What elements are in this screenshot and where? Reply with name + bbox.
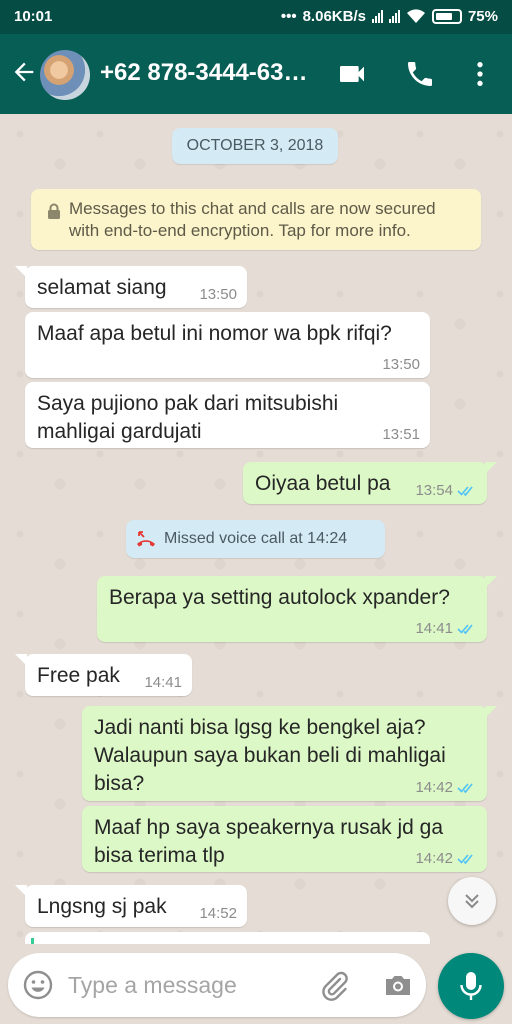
battery-icon bbox=[431, 9, 462, 24]
wifi-icon bbox=[406, 9, 425, 23]
incoming-message[interactable]: Maaf apa betul ini nomor wa bpk rifqi? 1… bbox=[25, 312, 430, 378]
date-divider: OCTOBER 3, 2018 bbox=[172, 128, 338, 164]
message-text: Oiyaa betul pa bbox=[255, 472, 391, 495]
missed-call-icon bbox=[137, 531, 155, 547]
quote-bar bbox=[31, 938, 34, 944]
outgoing-message[interactable]: Jadi nanti bisa lgsg ke bengkel aja? Wal… bbox=[82, 706, 497, 801]
outgoing-message[interactable]: Maaf hp saya speakernya rusak jd ga bisa… bbox=[82, 806, 487, 872]
notification-dots-icon: ••• bbox=[280, 8, 297, 25]
incoming-message[interactable]: Lngsng sj pak 14:52 bbox=[15, 885, 247, 927]
contact-avatar[interactable] bbox=[40, 50, 90, 100]
message-time: 14:42 bbox=[415, 850, 453, 867]
message-time: 14:41 bbox=[144, 674, 182, 691]
message-time: 13:50 bbox=[199, 286, 237, 303]
double-check-icon bbox=[457, 623, 473, 634]
message-time: 13:51 bbox=[382, 426, 420, 443]
missed-call-notice[interactable]: Missed voice call at 14:24 bbox=[126, 520, 385, 558]
encryption-notice[interactable]: Messages to this chat and calls are now … bbox=[31, 189, 481, 250]
contact-name[interactable]: +62 878-3444-63… bbox=[100, 59, 320, 87]
double-check-icon bbox=[457, 485, 473, 496]
network-speed: 8.06KB/s bbox=[302, 8, 366, 25]
back-arrow-icon[interactable] bbox=[10, 58, 38, 86]
outgoing-message[interactable]: Berapa ya setting autolock xpander? 14:4… bbox=[97, 576, 497, 642]
message-composer bbox=[8, 953, 426, 1017]
message-text: selamat siang bbox=[37, 276, 167, 299]
message-time: 13:54 bbox=[415, 482, 453, 499]
status-time: 10:01 bbox=[14, 8, 53, 25]
encryption-text: Messages to this chat and calls are now … bbox=[69, 199, 436, 240]
message-time: 13:50 bbox=[382, 356, 420, 373]
chat-header: +62 878-3444-63… bbox=[0, 34, 512, 114]
message-time: 14:42 bbox=[415, 779, 453, 796]
incoming-message[interactable]: Free pak 14:41 bbox=[15, 654, 192, 696]
voice-call-icon[interactable] bbox=[404, 58, 436, 90]
message-text: Free pak bbox=[37, 664, 120, 687]
more-options-icon[interactable] bbox=[464, 58, 496, 90]
attach-icon[interactable] bbox=[318, 969, 350, 1001]
message-text: Lngsng sj pak bbox=[37, 895, 167, 918]
message-text: Berapa ya setting autolock xpander? bbox=[109, 586, 450, 609]
incoming-message[interactable]: Saya pujiono pak dari mitsubishi mahliga… bbox=[25, 382, 430, 448]
camera-icon[interactable] bbox=[382, 969, 414, 1001]
double-check-icon bbox=[457, 853, 473, 864]
message-text: Saya pujiono pak dari mitsubishi mahliga… bbox=[37, 392, 339, 443]
double-check-icon bbox=[457, 782, 473, 793]
status-bar: 10:01 ••• 8.06KB/s 75% bbox=[0, 0, 512, 34]
video-call-icon[interactable] bbox=[336, 58, 368, 90]
message-input[interactable] bbox=[68, 967, 298, 1003]
battery-level: 75% bbox=[467, 8, 498, 25]
outgoing-message[interactable]: Oiyaa betul pa 13:54 bbox=[243, 462, 497, 504]
missed-call-text: Missed voice call at 14:24 bbox=[164, 530, 348, 547]
emoji-icon[interactable] bbox=[22, 969, 54, 1001]
chat-area[interactable]: OCTOBER 3, 2018 Messages to this chat an… bbox=[0, 114, 512, 944]
partial-message[interactable] bbox=[25, 932, 430, 944]
incoming-message[interactable]: selamat siang 13:50 bbox=[15, 266, 247, 308]
message-text: Maaf hp saya speakernya rusak jd ga bisa… bbox=[94, 816, 444, 867]
message-time: 14:52 bbox=[199, 905, 237, 922]
lock-icon bbox=[48, 203, 60, 219]
scroll-to-bottom-button[interactable] bbox=[448, 877, 496, 925]
microphone-icon bbox=[460, 972, 482, 1000]
signal-icon bbox=[371, 10, 383, 23]
voice-record-button[interactable] bbox=[438, 953, 504, 1019]
message-text: Jadi nanti bisa lgsg ke bengkel aja? Wal… bbox=[94, 716, 446, 795]
chevron-double-down-icon bbox=[465, 894, 479, 909]
message-text: Maaf apa betul ini nomor wa bpk rifqi? bbox=[37, 322, 392, 345]
message-time: 14:41 bbox=[415, 620, 453, 637]
signal-icon bbox=[388, 10, 400, 23]
